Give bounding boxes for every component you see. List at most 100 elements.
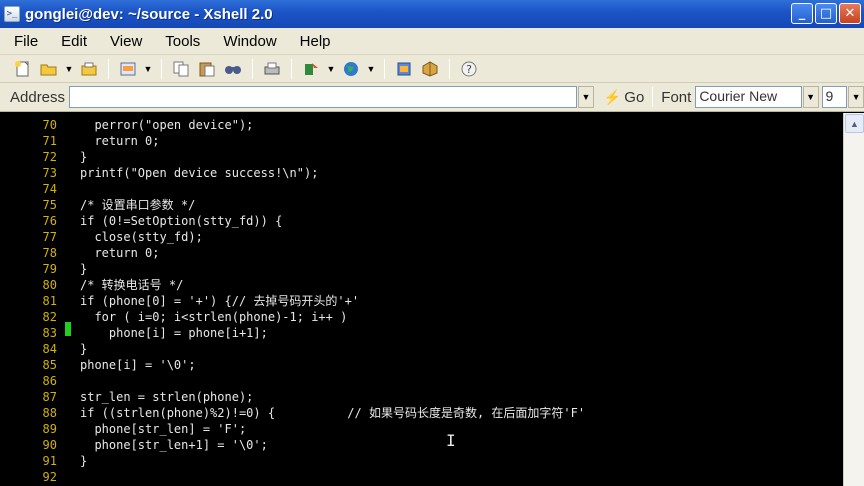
code-text: /* 转换电话号 */ <box>80 278 184 292</box>
options-icon[interactable] <box>419 58 441 80</box>
code-text: str_len = strlen(phone); <box>80 390 254 404</box>
vertical-scrollbar[interactable]: ▲ <box>843 113 864 486</box>
line-number: 81 <box>42 294 57 308</box>
address-label: Address <box>10 88 66 106</box>
code-text: printf("Open device success!\n"); <box>80 166 319 180</box>
transfer-icon[interactable] <box>300 58 322 80</box>
line-number: 71 <box>42 134 57 148</box>
terminal-line: 77 close(stty_fd); <box>0 229 843 245</box>
title-bar: >_ gonglei@dev: ~/source - Xshell 2.0 _ … <box>0 0 864 28</box>
print-icon[interactable] <box>261 58 283 80</box>
go-label: Go <box>624 88 645 106</box>
terminal-line: 92 <box>0 469 843 485</box>
code-text: if ((strlen(phone)%2)!=0) { // 如果号码长度是奇数… <box>80 406 586 420</box>
terminal-line: 83 phone[i] = phone[i+1]; <box>0 325 843 341</box>
xshell-app-icon[interactable]: >_ <box>4 6 20 22</box>
open-folder-icon[interactable] <box>38 58 60 80</box>
transfer-dropdown-arrow-icon[interactable]: ▼ <box>326 64 336 74</box>
line-number: 91 <box>42 454 57 468</box>
font-family-select[interactable]: Courier New <box>695 86 802 108</box>
close-button[interactable]: ✕ <box>839 3 861 24</box>
toolbar-separator <box>384 58 385 79</box>
terminal-line: 75 /* 设置串口参数 */ <box>0 197 843 213</box>
toolbar-separator <box>161 58 162 79</box>
code-text: } <box>80 454 88 468</box>
menu-file[interactable]: File <box>10 33 42 50</box>
line-number: 82 <box>42 310 57 324</box>
terminal-line: 78 return 0; <box>0 245 843 261</box>
code-text: for ( i=0; i<strlen(phone)-1; i++ ) <box>80 310 348 324</box>
go-button[interactable]: ⚡ Go <box>604 89 644 106</box>
address-input[interactable] <box>69 86 578 108</box>
terminal-area[interactable]: 70 perror("open device"); 71 return 0; 72}… <box>0 113 843 486</box>
code-text: if (phone[0] = '+') {// 去掉号码开头的'+' <box>80 294 360 308</box>
reconnect-icon[interactable] <box>117 58 139 80</box>
code-text: phone[i] = phone[i+1]; <box>80 326 268 340</box>
scroll-up-button[interactable]: ▲ <box>845 114 864 133</box>
menu-bar: File Edit View Tools Window Help <box>0 28 864 55</box>
paste-icon[interactable] <box>196 58 218 80</box>
terminal-line: 70 perror("open device"); <box>0 117 843 133</box>
code-text: close(stty_fd); <box>80 230 203 244</box>
line-number: 75 <box>42 198 57 212</box>
terminal-line: 71 return 0; <box>0 133 843 149</box>
line-number: 70 <box>42 118 57 132</box>
font-size-dropdown-icon[interactable]: ▼ <box>848 86 864 108</box>
globe-dropdown-arrow-icon[interactable]: ▼ <box>366 64 376 74</box>
minimize-button[interactable]: _ <box>791 3 813 24</box>
script-icon[interactable] <box>393 58 415 80</box>
globe-icon[interactable] <box>340 58 362 80</box>
help-icon[interactable]: ? <box>458 58 480 80</box>
svg-text:?: ? <box>466 63 472 76</box>
code-text: phone[str_len] = 'F'; <box>80 422 247 436</box>
find-icon[interactable] <box>222 58 244 80</box>
go-arrow-icon: ⚡ <box>603 88 622 105</box>
font-label: Font <box>661 88 692 106</box>
menu-help[interactable]: Help <box>296 33 335 50</box>
window-controls: _ □ ✕ <box>791 3 861 24</box>
open-dropdown-arrow-icon[interactable]: ▼ <box>64 64 74 74</box>
terminal-line: 85 phone[i] = '\0'; <box>0 357 843 373</box>
terminal-line: 90 phone[str_len+1] = '\0'; <box>0 437 843 453</box>
terminal-line: 81 if (phone[0] = '+') {// 去掉号码开头的'+' <box>0 293 843 309</box>
code-text: perror("open device"); <box>80 118 254 132</box>
terminal-line: 88 if ((strlen(phone)%2)!=0) { // 如果号码长度是… <box>0 405 843 421</box>
line-number: 92 <box>42 470 57 484</box>
code-text: } <box>80 262 88 276</box>
toolbar: ▼ ▼ ▼ ▼ ? <box>0 55 864 83</box>
line-number: 79 <box>42 262 57 276</box>
terminal-line: 91} <box>0 453 843 469</box>
code-text: phone[i] = '\0'; <box>80 358 196 372</box>
line-number: 84 <box>42 342 57 356</box>
menu-window[interactable]: Window <box>219 33 280 50</box>
properties-icon[interactable] <box>78 58 100 80</box>
menu-view[interactable]: View <box>106 33 146 50</box>
terminal-line: 72} <box>0 149 843 165</box>
reconnect-dropdown-arrow-icon[interactable]: ▼ <box>143 64 153 74</box>
terminal-line: 84} <box>0 341 843 357</box>
line-number: 86 <box>42 374 57 388</box>
copy-icon[interactable] <box>170 58 192 80</box>
line-number: 80 <box>42 278 57 292</box>
line-number: 83 <box>42 326 57 340</box>
address-dropdown-icon[interactable]: ▼ <box>578 86 594 108</box>
toolbar-separator <box>291 58 292 79</box>
menu-edit[interactable]: Edit <box>57 33 91 50</box>
line-number: 74 <box>42 182 57 196</box>
line-number: 72 <box>42 150 57 164</box>
terminal-line: 86 <box>0 373 843 389</box>
maximize-button[interactable]: □ <box>815 3 837 24</box>
menu-tools[interactable]: Tools <box>161 33 204 50</box>
code-text: } <box>80 150 88 164</box>
terminal-line: 79} <box>0 261 843 277</box>
line-number: 73 <box>42 166 57 180</box>
terminal-line: 74 <box>0 181 843 197</box>
font-family-dropdown-icon[interactable]: ▼ <box>802 86 819 108</box>
code-text: /* 设置串口参数 */ <box>80 198 196 212</box>
line-number: 88 <box>42 406 57 420</box>
font-size-select[interactable]: 9 <box>821 86 848 108</box>
text-cursor-icon: I <box>446 431 456 450</box>
new-session-icon[interactable] <box>12 58 34 80</box>
terminal-line: 73 printf("Open device success!\n"); <box>0 165 843 181</box>
line-number: 76 <box>42 214 57 228</box>
